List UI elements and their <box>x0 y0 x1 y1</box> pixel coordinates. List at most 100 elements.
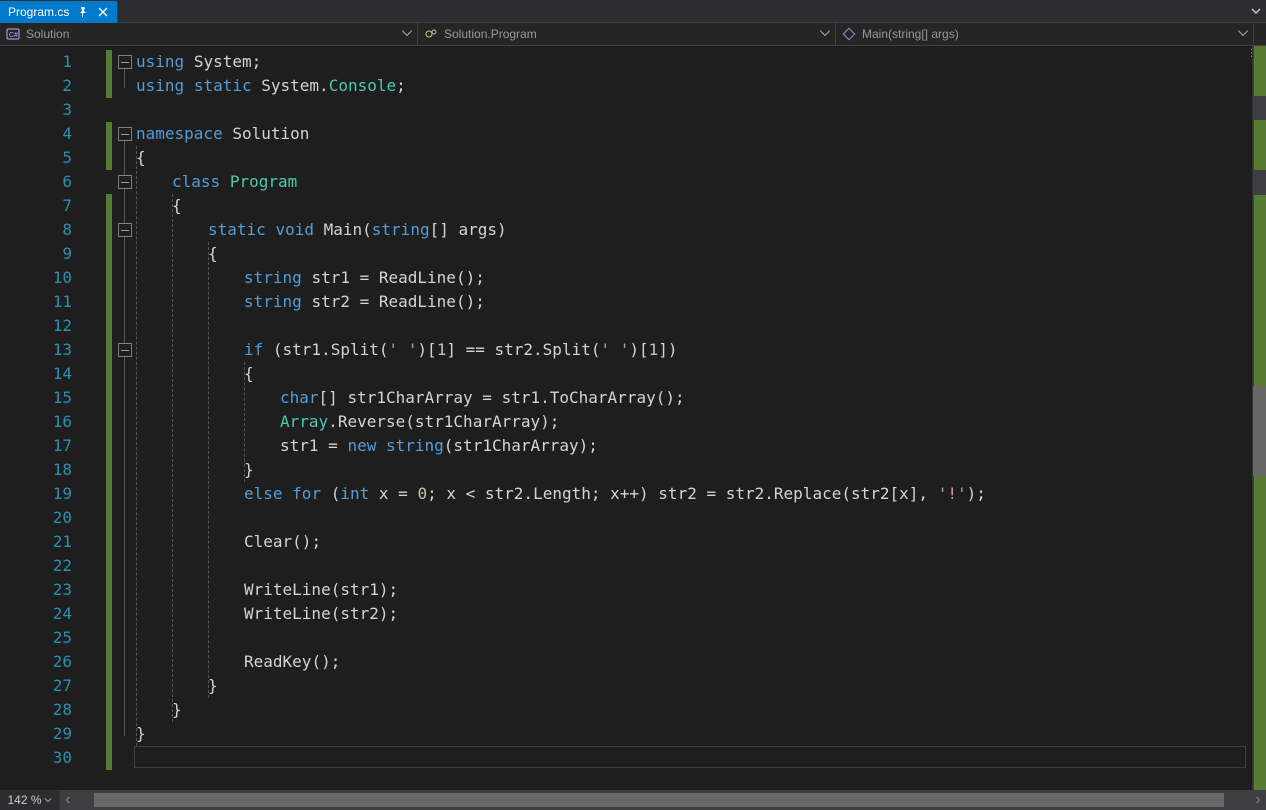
token-classname: Console <box>329 76 396 95</box>
token-pun: . <box>764 484 774 503</box>
code-line[interactable]: { <box>244 362 254 386</box>
token-fn: Main <box>324 220 363 239</box>
fold-toggle-icon[interactable] <box>118 223 132 237</box>
code-line[interactable]: else for (int x = 0; x < str2.Length; x+… <box>244 482 986 506</box>
scroll-left-arrow-icon[interactable] <box>60 790 76 810</box>
code-line[interactable]: { <box>172 194 182 218</box>
code-line[interactable]: namespace Solution <box>136 122 309 146</box>
fold-toggle-icon[interactable] <box>118 343 132 357</box>
token-fn: ToCharArray <box>550 388 656 407</box>
zoom-label: 142 % <box>7 793 41 807</box>
line-number: 6 <box>0 170 84 194</box>
token-fn: Reverse <box>338 412 405 431</box>
v-scroll-thumb[interactable] <box>1253 386 1266 476</box>
code-line[interactable]: ReadKey(); <box>244 650 340 674</box>
token-pun <box>184 52 194 71</box>
token-kw: static <box>194 76 252 95</box>
line-number: 26 <box>0 650 84 674</box>
code-line[interactable]: string str2 = ReadLine(); <box>244 290 485 314</box>
token-id: str2 <box>851 484 890 503</box>
token-kw: using <box>136 52 184 71</box>
line-number: 25 <box>0 626 84 650</box>
line-number: 5 <box>0 146 84 170</box>
fold-toggle-icon[interactable] <box>118 55 132 69</box>
token-pun: ); <box>379 580 398 599</box>
code-line[interactable]: WriteLine(str2); <box>244 602 398 626</box>
line-number: 19 <box>0 482 84 506</box>
line-number: 17 <box>0 434 84 458</box>
pin-icon[interactable] <box>77 6 89 18</box>
token-id: str1 <box>283 340 322 359</box>
token-pun: ] == <box>446 340 494 359</box>
token-pun: ); <box>579 436 598 455</box>
code-line[interactable]: string str1 = ReadLine(); <box>244 266 485 290</box>
token-pun: (); <box>456 268 485 287</box>
h-scroll-thumb[interactable] <box>94 793 1224 807</box>
token-pun: ); <box>540 412 559 431</box>
token-id: x <box>379 484 389 503</box>
code-line[interactable]: static void Main(string[] args) <box>208 218 507 242</box>
overview-ruler[interactable] <box>1252 46 1266 790</box>
line-number: 11 <box>0 290 84 314</box>
token-pun: = <box>697 484 726 503</box>
horizontal-scrollbar[interactable] <box>76 790 1250 810</box>
code-line[interactable]: } <box>208 674 218 698</box>
token-pun: } <box>208 676 218 695</box>
code-line[interactable]: using static System.Console; <box>136 74 406 98</box>
token-pun: ( <box>263 340 282 359</box>
code-line[interactable]: } <box>136 722 146 746</box>
token-fn: WriteLine <box>244 580 331 599</box>
code-line[interactable]: Array.Reverse(str1CharArray); <box>280 410 559 434</box>
chevron-down-icon <box>819 27 831 39</box>
code-line[interactable]: using System; <box>136 50 261 74</box>
code-line[interactable]: class Program <box>172 170 297 194</box>
token-classname: Array <box>280 412 328 431</box>
tabstrip: Program.cs <box>0 0 1266 22</box>
editor[interactable]: 1234567891011121314151617181920212223242… <box>0 46 1266 790</box>
scroll-right-arrow-icon[interactable] <box>1250 790 1266 810</box>
code-line[interactable]: WriteLine(str1); <box>244 578 398 602</box>
token-pun: . <box>533 340 543 359</box>
chevron-down-icon <box>401 27 413 39</box>
tab-overflow-chevron-icon[interactable] <box>1248 3 1264 19</box>
token-pun <box>302 292 312 311</box>
token-pun: ( <box>362 220 372 239</box>
token-pun <box>266 220 276 239</box>
class-selector[interactable]: Solution.Program <box>418 23 836 45</box>
token-pun: ++) <box>620 484 659 503</box>
code-line[interactable]: char[] str1CharArray = str1.ToCharArray(… <box>280 386 685 410</box>
tab-program-cs[interactable]: Program.cs <box>0 1 118 23</box>
indent-guide <box>172 194 173 722</box>
code-line[interactable]: { <box>136 146 146 170</box>
token-pun: (); <box>456 292 485 311</box>
token-pun: ; <box>396 76 406 95</box>
code-line[interactable]: } <box>244 458 254 482</box>
scope-selector[interactable]: C# Solution <box>0 23 418 45</box>
token-pun: (); <box>311 652 340 671</box>
caret-line-highlight <box>134 746 1246 768</box>
code-line[interactable]: Clear(); <box>244 530 321 554</box>
code-line[interactable]: if (str1.Split(' ')[1] == str2.Split(' '… <box>244 338 678 362</box>
code-area[interactable]: using System;using static System.Console… <box>96 46 1266 790</box>
token-kw: class <box>172 172 220 191</box>
token-pun <box>223 124 233 143</box>
token-pun: ) <box>497 220 507 239</box>
code-line[interactable]: { <box>208 242 218 266</box>
token-pun: = <box>350 268 379 287</box>
code-line[interactable]: } <box>172 698 182 722</box>
line-number: 23 <box>0 578 84 602</box>
fold-toggle-icon[interactable] <box>118 127 132 141</box>
overview-change-mark <box>1254 740 1266 765</box>
token-pun: . <box>540 388 550 407</box>
token-fn: Replace <box>774 484 841 503</box>
zoom-level[interactable]: 142 % <box>0 790 60 810</box>
overview-change-mark <box>1254 195 1266 220</box>
close-icon[interactable] <box>97 6 109 18</box>
token-id: str1CharArray <box>415 412 540 431</box>
token-pun: ; <box>427 484 446 503</box>
fold-toggle-icon[interactable] <box>118 175 132 189</box>
token-fn: WriteLine <box>244 604 331 623</box>
overview-change-mark <box>1254 145 1266 170</box>
method-selector[interactable]: Main(string[] args) <box>836 23 1254 45</box>
code-line[interactable]: str1 = new string(str1CharArray); <box>280 434 598 458</box>
